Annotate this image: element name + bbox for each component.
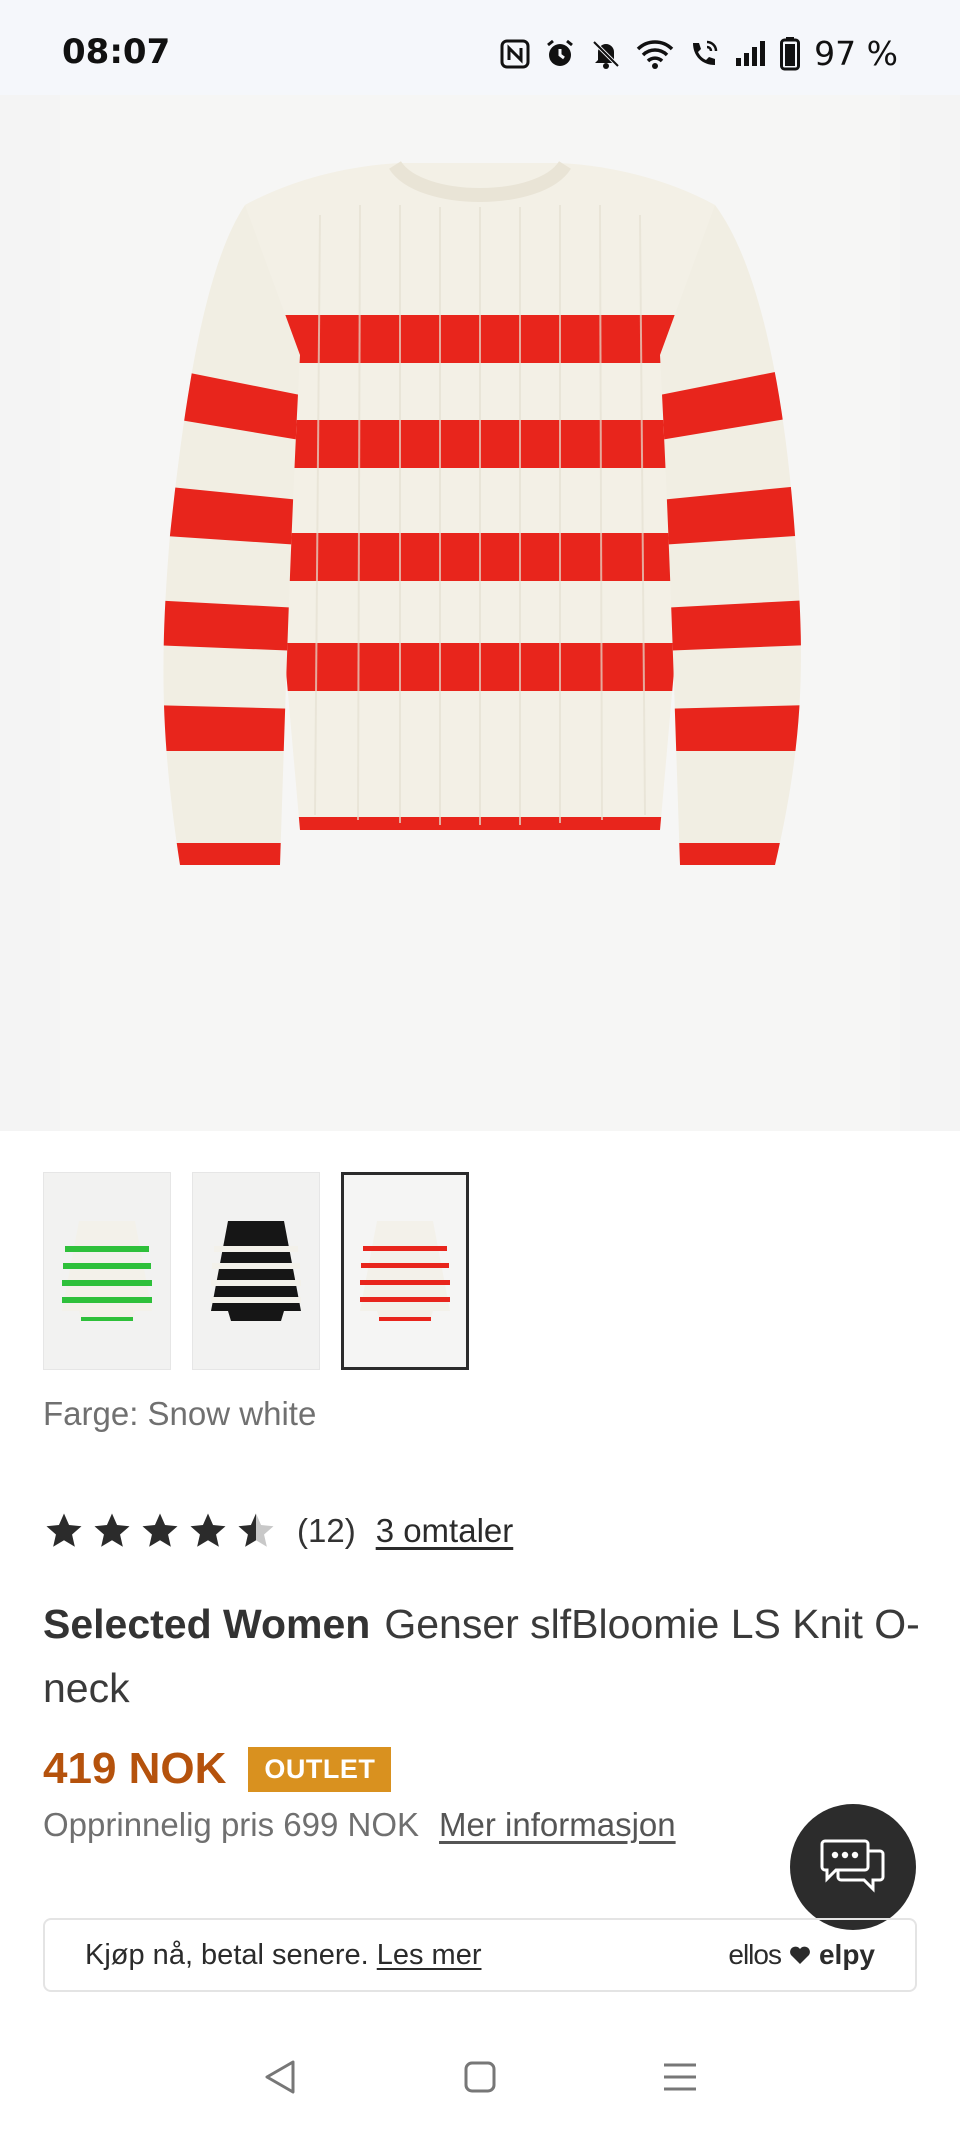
ellos-logo: ellos bbox=[728, 1939, 782, 1970]
battery-icon bbox=[780, 36, 801, 70]
system-nav-bar bbox=[0, 2020, 960, 2133]
thumbnail-image bbox=[360, 1221, 450, 1321]
nfc-icon bbox=[500, 39, 530, 68]
status-icons: 97 % bbox=[500, 34, 898, 73]
bnpl-text: Kjøp nå, betal senere. Les mer bbox=[85, 1939, 482, 1972]
star-icon bbox=[190, 1513, 226, 1547]
price-row: 419 NOK OUTLET bbox=[43, 1744, 392, 1794]
wifi-calling-icon bbox=[693, 40, 718, 65]
bnpl-banner: Kjøp nå, betal senere. Les mer ellos elpy bbox=[43, 1918, 917, 1992]
rating-row: (12) 3 omtaler bbox=[43, 1510, 513, 1552]
sweater-illustration bbox=[163, 160, 801, 865]
back-icon bbox=[265, 2060, 295, 2093]
battery-percent: 97 % bbox=[814, 34, 898, 73]
mute-icon bbox=[592, 40, 620, 69]
thumbnail-red-stripe[interactable] bbox=[341, 1172, 469, 1370]
home-button[interactable] bbox=[450, 2047, 510, 2107]
product-image[interactable] bbox=[0, 95, 960, 1131]
thumbnail-image bbox=[62, 1221, 152, 1321]
original-price-row: Opprinnelig pris 699 NOK Mer informasjon bbox=[43, 1806, 676, 1844]
product-title: Selected Women Genser slfBloomie LS Knit … bbox=[43, 1592, 923, 1720]
star-icon bbox=[94, 1513, 130, 1547]
star-icon bbox=[46, 1513, 82, 1547]
rating-count: (12) bbox=[297, 1512, 356, 1549]
signal-icon bbox=[736, 40, 766, 66]
price: 419 NOK bbox=[43, 1744, 227, 1793]
color-label: Farge: Snow white bbox=[43, 1395, 317, 1432]
menu-icon bbox=[664, 2063, 696, 2090]
chat-icon bbox=[820, 1839, 885, 1893]
brand-name[interactable]: Selected Women bbox=[43, 1601, 370, 1647]
star-rating bbox=[43, 1510, 277, 1552]
status-time: 08:07 bbox=[62, 32, 171, 72]
elpy-logo: elpy bbox=[818, 1939, 875, 1970]
status-bar: 08:07 97 % bbox=[0, 0, 960, 95]
more-info-link[interactable]: Mer informasjon bbox=[439, 1806, 676, 1844]
recents-button[interactable] bbox=[650, 2047, 710, 2107]
alarm-icon bbox=[547, 39, 574, 66]
thumbnail-black-stripe[interactable] bbox=[192, 1172, 320, 1370]
star-icon bbox=[142, 1513, 178, 1547]
bnpl-logos: ellos elpy bbox=[728, 1939, 875, 1971]
back-button[interactable] bbox=[250, 2047, 310, 2107]
bnpl-message: Kjøp nå, betal senere. bbox=[85, 1938, 369, 1971]
thumbnail-image bbox=[211, 1221, 301, 1321]
chat-button[interactable] bbox=[790, 1804, 916, 1930]
home-icon bbox=[464, 2061, 496, 2092]
wifi-icon bbox=[636, 39, 674, 69]
original-price: Opprinnelig pris 699 NOK bbox=[43, 1806, 420, 1843]
outlet-badge: OUTLET bbox=[248, 1746, 392, 1792]
thumbnail-strip bbox=[43, 1172, 469, 1370]
bnpl-read-more-link[interactable]: Les mer bbox=[377, 1939, 482, 1971]
reviews-link[interactable]: 3 omtaler bbox=[376, 1512, 514, 1550]
half-star-icon bbox=[238, 1513, 274, 1547]
thumbnail-green-stripe[interactable] bbox=[43, 1172, 171, 1370]
heart-icon bbox=[790, 1946, 810, 1964]
